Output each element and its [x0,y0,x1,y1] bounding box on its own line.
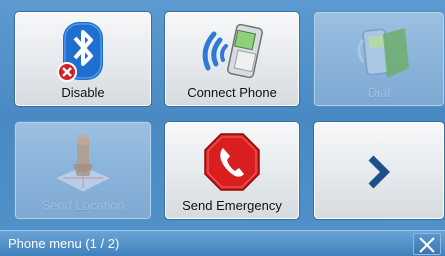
send-emergency-button[interactable]: Send Emergency [164,121,300,220]
send-emergency-label: Send Emergency [182,198,282,213]
dial-button[interactable]: Dial [313,11,445,107]
connect-phone-label: Connect Phone [187,85,277,100]
send-location-icon [15,130,151,198]
bluetooth-disable-icon [15,20,151,88]
send-location-label: Send Location [41,198,125,213]
page-title: Phone menu (1 / 2) [8,236,120,251]
status-bar: Phone menu (1 / 2) [0,230,445,256]
send-location-button[interactable]: Send Location [14,121,152,220]
phone-dial-icon [314,20,444,88]
close-button[interactable] [413,233,441,255]
connect-phone-button[interactable]: Connect Phone [164,11,300,107]
phone-wireless-icon [165,20,299,88]
emergency-call-icon [165,130,299,198]
next-page-button[interactable] [313,121,445,220]
dial-label: Dial [367,85,391,100]
disable-label: Disable [61,85,105,100]
chevron-right-icon [314,144,444,212]
close-icon [419,237,435,253]
disable-bluetooth-button[interactable]: Disable [14,11,152,107]
